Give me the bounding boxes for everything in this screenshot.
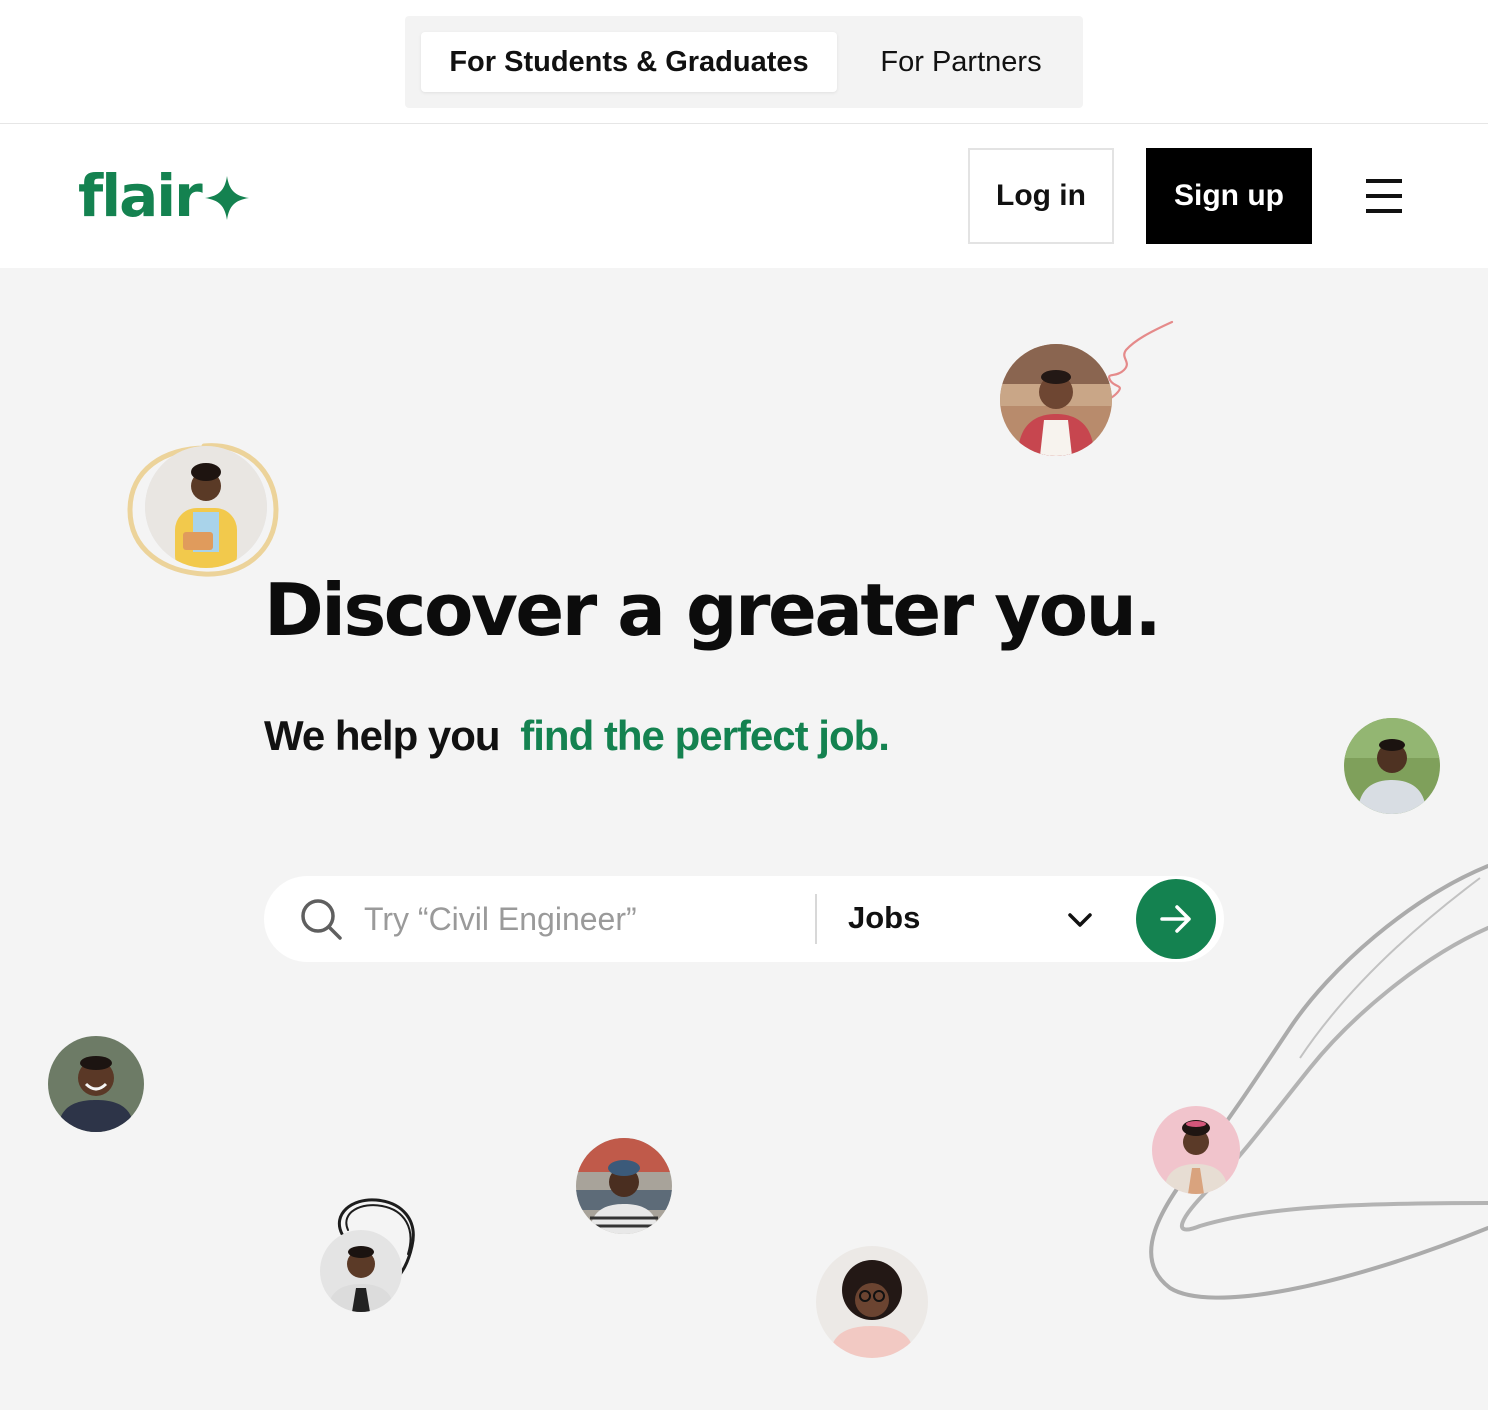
menu-icon[interactable] [1366, 179, 1402, 213]
subline-accent-text: find the perfect job. [520, 712, 890, 759]
avatar-man-smiling [48, 1036, 144, 1132]
search-input[interactable] [364, 892, 794, 946]
hero-section: Discover a greater you. We help you find… [0, 268, 1488, 1410]
avatar-woman-glasses [816, 1246, 928, 1358]
search-divider [815, 894, 817, 944]
avatar-woman-yellow-jacket [145, 446, 267, 568]
star-sparkle-icon [204, 176, 249, 220]
logo[interactable]: flair [78, 167, 251, 225]
chevron-down-icon[interactable] [1066, 906, 1094, 934]
tab-partners[interactable]: For Partners [853, 32, 1069, 92]
audience-switcher: For Students & Graduates For Partners [405, 16, 1083, 108]
site-header: flair Log in Sign up [0, 125, 1488, 268]
category-select[interactable]: Jobs [848, 900, 920, 936]
hero-subline: We help you find the perfect job. [264, 712, 890, 760]
hero-headline: Discover a greater you. [264, 568, 1162, 652]
search-submit-button[interactable] [1136, 879, 1216, 959]
subline-plain-text: We help you [264, 712, 501, 759]
signup-button[interactable]: Sign up [1146, 148, 1312, 244]
avatar-man-outdoors [1344, 718, 1440, 814]
tab-students-graduates[interactable]: For Students & Graduates [421, 32, 837, 92]
audience-bar: For Students & Graduates For Partners [0, 0, 1488, 124]
avatar-woman-pink-background [1152, 1106, 1240, 1194]
job-search-bar: Jobs [264, 876, 1224, 962]
avatar-man-cap [576, 1138, 672, 1234]
search-icon [301, 899, 342, 940]
arrow-right-icon [1160, 905, 1191, 933]
logo-wordmark: flair [78, 162, 203, 230]
avatar-woman-blazer [320, 1230, 402, 1312]
login-button[interactable]: Log in [968, 148, 1114, 244]
avatar-man-apron [1000, 344, 1112, 456]
